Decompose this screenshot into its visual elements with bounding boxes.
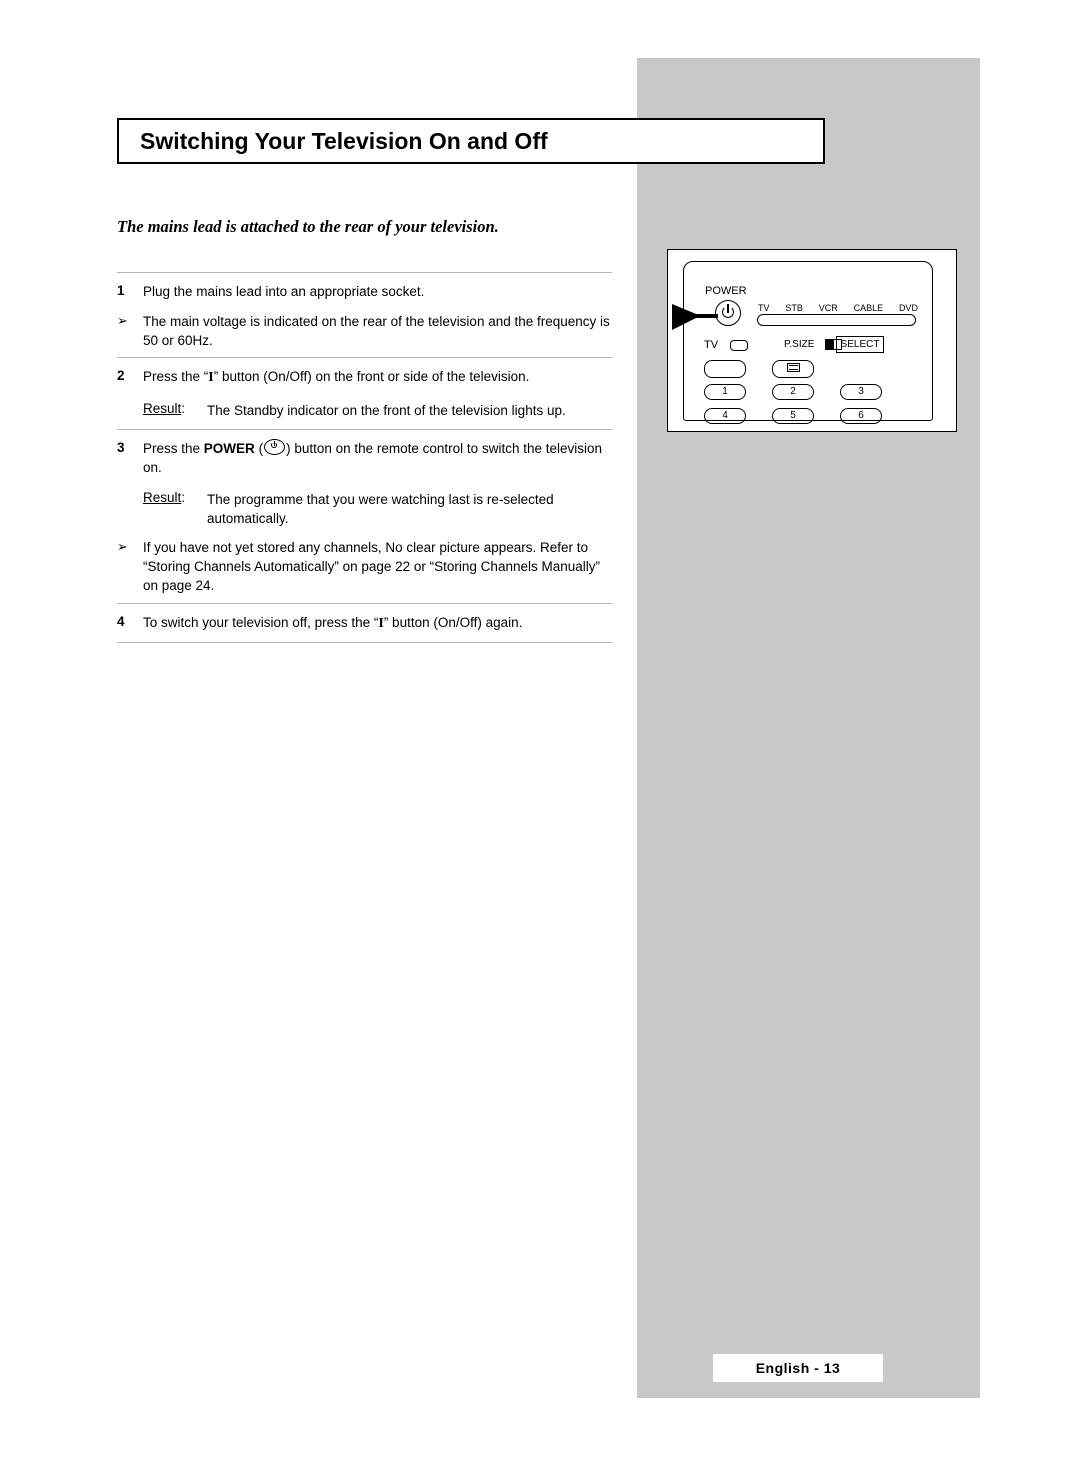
step-text-before: Press the [143,440,204,456]
step-text: Press the “I” button (On/Off) on the fro… [143,367,612,388]
bullet-icon: ➢ [117,313,128,329]
device-labels: TV STB VCR CABLE DVD [758,303,918,313]
remote-control-illustration: POWER TV STB VCR CABLE DVD TV P.SIZE SEL… [667,249,957,432]
result-colon: : [181,401,186,417]
intro-text: The mains lead is attached to the rear o… [117,217,499,236]
mute-icon [786,363,800,372]
power-icon [264,438,286,455]
remote-psize-label: P.SIZE [784,339,815,350]
page-title: Switching Your Television On and Off [140,127,548,154]
remote-select-button: SELECT [836,336,884,353]
remote-number-4: 4 [704,408,746,424]
pointer-arrow-icon [672,304,718,330]
step-number: 1 [117,283,125,298]
device-label-tv: TV [758,303,770,313]
step-row: 3 Press the POWER () button on the remot… [117,430,612,486]
step-number: 4 [117,613,125,629]
psize-icon-fill [826,340,834,349]
result-label-word: Result [143,489,182,505]
bullet-text: If you have not yet stored any channels,… [143,540,600,594]
step-number: 3 [117,439,125,455]
page-title-bar: Switching Your Television On and Off [117,118,825,164]
step-text: To switch your television off, press the… [143,613,612,634]
bullet-icon: ➢ [117,539,128,555]
result-row: Result: The programme that you were watc… [117,486,612,536]
device-selector-bar [757,314,916,326]
bullet-row: ➢ If you have not yet stored any channel… [117,536,612,602]
step-text-before: To switch your television off, press the… [143,614,379,630]
footer-text: English - 13 [755,1360,841,1376]
remote-number-2: 2 [772,384,814,400]
tv-button-icon [730,340,748,351]
step-row: 4 To switch your television off, press t… [117,604,612,643]
result-row: Result: The Standby indicator on the fro… [117,397,612,428]
device-label-dvd: DVD [898,303,918,313]
bullet-row: ➢ The main voltage is indicated on the r… [117,310,612,357]
result-label-word: Result [143,401,182,417]
paren-open: ( [258,440,264,456]
paren-close: ) [286,440,291,456]
device-label-cable: CABLE [853,303,884,313]
result-colon: : [181,489,186,505]
device-label-stb: STB [785,303,803,313]
remote-mute-button [772,360,814,378]
divider [117,642,612,644]
step-text-before: Press the “ [143,369,209,385]
remote-tv-psize-row: TV P.SIZE [704,338,919,354]
remote-number-6: 6 [840,408,882,424]
device-label-vcr: VCR [818,303,838,313]
power-word: POWER [203,440,255,456]
remote-menu-button [704,360,746,378]
step-row: 2 Press the “I” button (On/Off) on the f… [117,358,612,397]
step-text: Plug the mains lead into an appropriate … [143,284,425,299]
result-text: The Standby indicator on the front of th… [207,403,566,419]
step-text-after: ” button (On/Off) again. [383,614,523,630]
result-label: Result: [143,490,207,505]
remote-tv-label: TV [704,339,719,351]
remote-power-label: POWER [705,285,747,297]
power-icon-bar [727,304,729,313]
remote-number-3: 3 [840,384,882,400]
remote-number-1: 1 [704,384,746,400]
step-text: Press the POWER () button on the remote … [143,438,612,477]
bullet-text: The main voltage is indicated on the rea… [143,314,610,349]
page-footer: English - 13 [713,1354,883,1382]
result-text: The programme that you were watching las… [207,491,554,526]
step-text-after: ” button (On/Off) on the front or side o… [213,369,530,385]
result-label: Result: [143,401,207,416]
step-row: 1 Plug the mains lead into an appropriat… [117,273,612,310]
step-number: 2 [117,368,125,384]
remote-number-5: 5 [772,408,814,424]
steps-list: 1 Plug the mains lead into an appropriat… [117,272,612,644]
